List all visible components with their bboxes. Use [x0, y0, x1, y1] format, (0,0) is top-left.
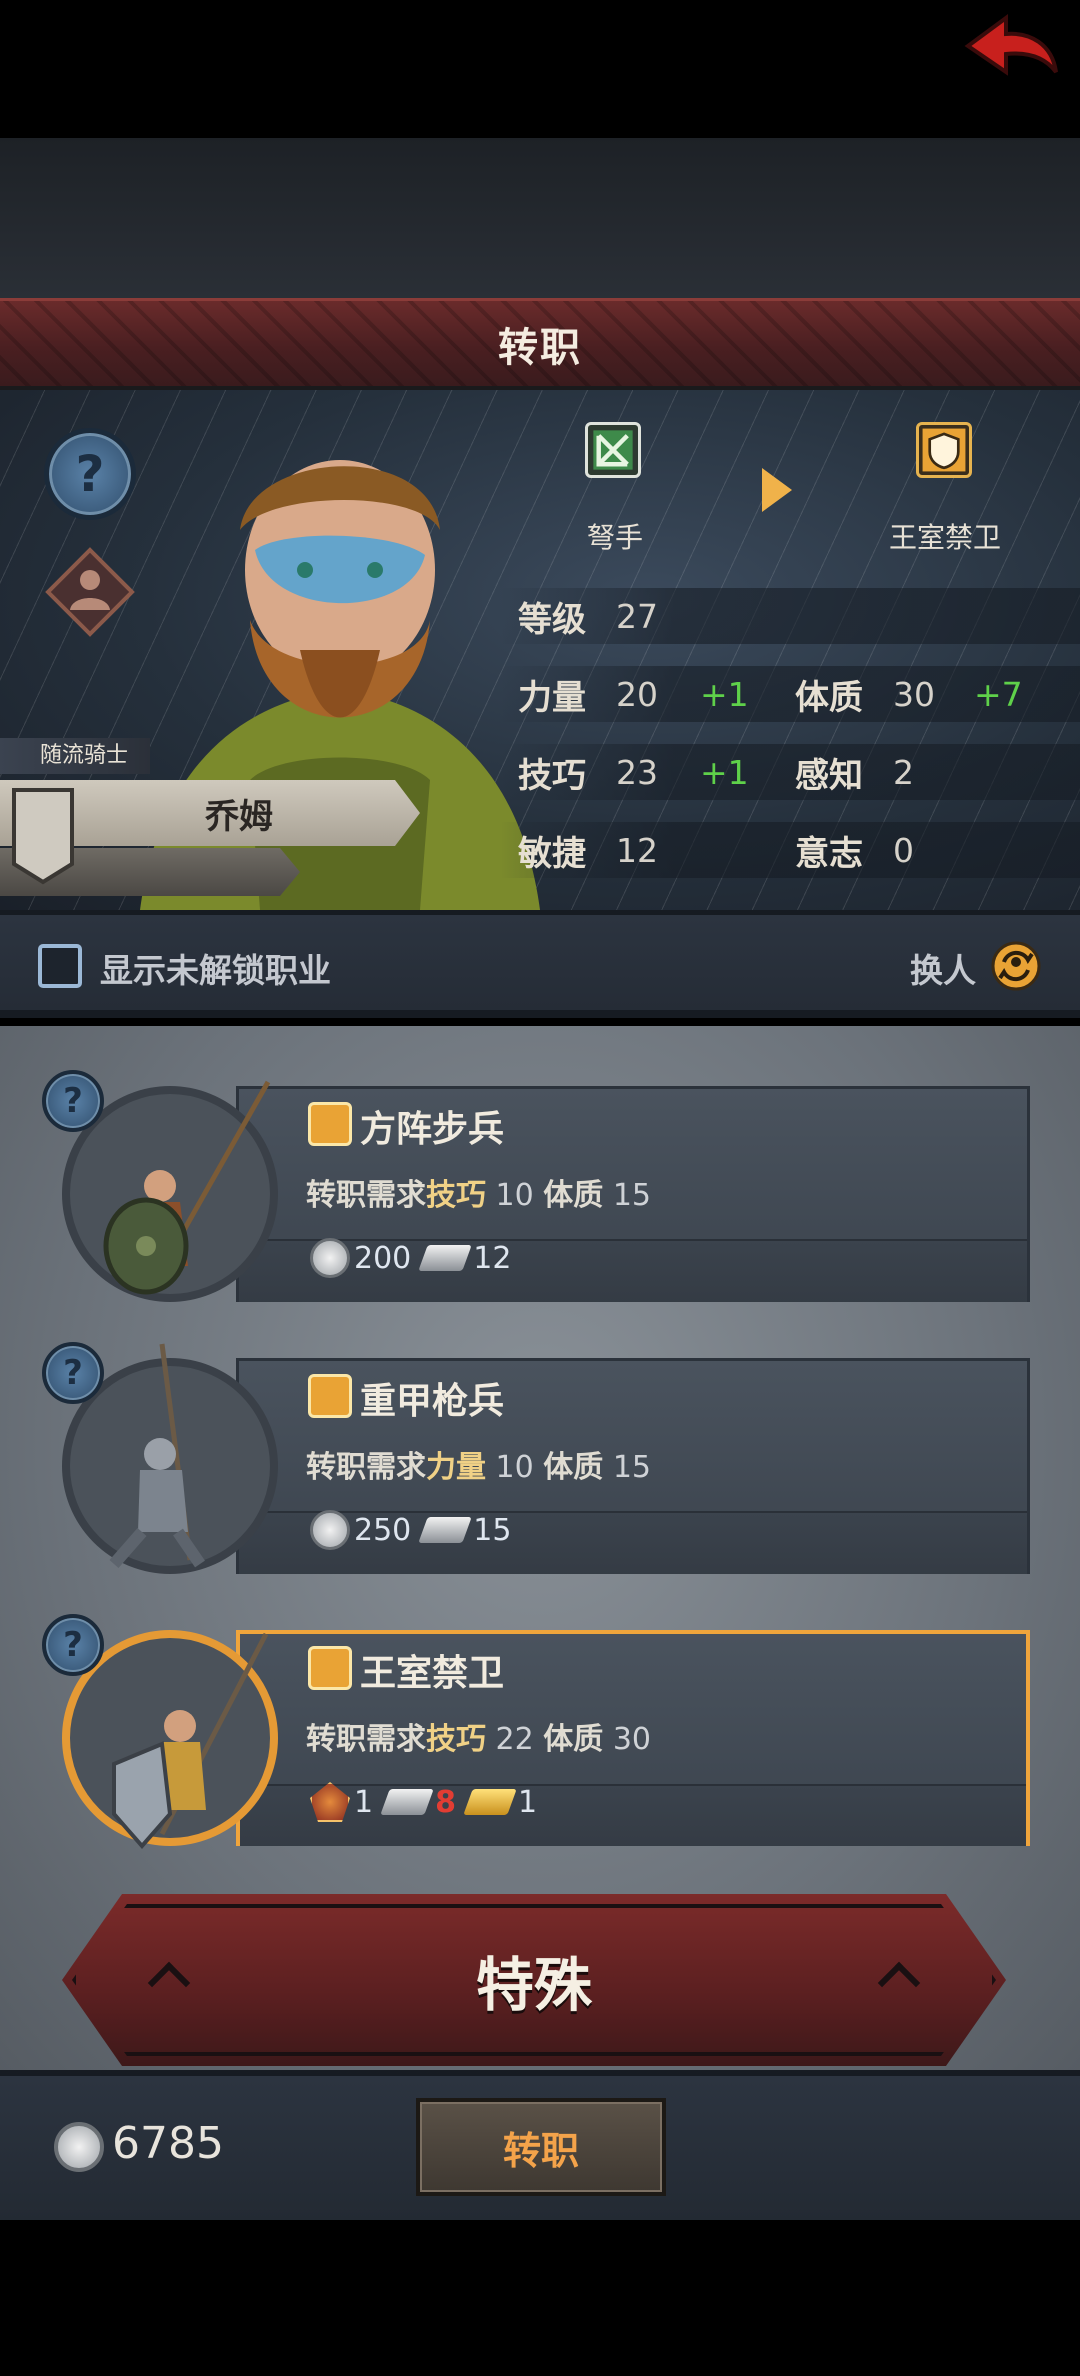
- class-cost: 1 8 1: [310, 1782, 537, 1822]
- gold-ingot-icon: [463, 1789, 517, 1815]
- hero-class-label: 随流骑士: [0, 738, 150, 774]
- per-label: 感知: [795, 755, 863, 796]
- level-label: 等级: [518, 599, 586, 640]
- class-requirements: 转职需求技巧 22 体质 30: [306, 1722, 652, 1757]
- back-arrow-icon[interactable]: [960, 10, 1060, 82]
- str-label: 力量: [518, 677, 586, 718]
- agi-label: 敏捷: [518, 833, 586, 874]
- show-locked-checkbox[interactable]: [38, 944, 82, 988]
- guard-class-icon: [916, 422, 972, 478]
- money-amount: 6785: [112, 2118, 224, 2169]
- iron-ingot-icon: [418, 1517, 472, 1543]
- class-card-royal-guard[interactable]: ? 王室禁卫 转职需求技巧 22 体质 30 1 8 1: [42, 1614, 1030, 1850]
- help-icon[interactable]: ?: [42, 1614, 104, 1676]
- stat-row-str: 力量 20 +1 体质 30 +7: [500, 666, 1080, 722]
- help-icon[interactable]: ?: [42, 1070, 104, 1132]
- stat-row-skill: 技巧 23 +1 感知 2: [500, 744, 1080, 800]
- chevron-up-icon: [877, 1961, 921, 2005]
- to-class-label: 王室禁卫: [888, 521, 1001, 554]
- con-value: 30: [893, 674, 935, 714]
- crossbow-class-icon: [585, 422, 641, 478]
- shield-badge-icon: [12, 788, 74, 885]
- chevron-up-icon: [147, 1961, 191, 2005]
- status-bar-area: [0, 0, 1080, 138]
- class-card-heavy-spear[interactable]: ? 重甲枪兵 转职需求力量 10 体质 15 250 15: [42, 1342, 1030, 1574]
- con-plus: +7: [974, 674, 1023, 714]
- guard-class-icon: [308, 1646, 352, 1690]
- silver-coin-icon: [310, 1510, 350, 1550]
- class-requirements: 转职需求力量 10 体质 15: [306, 1450, 652, 1485]
- swap-hero-label[interactable]: 换人: [910, 944, 976, 992]
- class-card-phalanx[interactable]: ? 方阵步兵 转职需求技巧 10 体质 15 200 12: [42, 1070, 1030, 1302]
- title-bar: 转职: [0, 298, 1080, 390]
- str-plus: +1: [700, 674, 749, 714]
- skill-label: 技巧: [518, 755, 586, 796]
- con-label: 体质: [795, 677, 863, 718]
- arrow-right-icon: [762, 468, 792, 512]
- silver-coin-icon: [310, 1238, 350, 1278]
- class-name: 重甲枪兵: [360, 1381, 505, 1422]
- stat-row-agi: 敏捷 12 意志 0: [500, 822, 1080, 878]
- help-icon[interactable]: ?: [42, 1342, 104, 1404]
- show-locked-label[interactable]: 显示未解锁职业: [100, 944, 331, 992]
- will-label: 意志: [795, 833, 863, 874]
- from-class-label: 弩手: [586, 521, 643, 554]
- special-button[interactable]: 特殊: [62, 1894, 1006, 2066]
- swap-icon[interactable]: [990, 940, 1042, 992]
- silver-coin-icon: [54, 2122, 104, 2172]
- guard-class-icon: [308, 1102, 352, 1146]
- medal-icon: [310, 1782, 350, 1822]
- class-cost: 250 15: [310, 1510, 511, 1550]
- str-value: 20: [616, 674, 658, 714]
- per-value: 2: [893, 752, 914, 792]
- page-title: 转职: [498, 324, 582, 371]
- agi-value: 12: [616, 830, 658, 870]
- class-requirements: 转职需求技巧 10 体质 15: [306, 1178, 652, 1213]
- help-icon[interactable]: ?: [44, 428, 136, 520]
- skill-value: 23: [616, 752, 658, 792]
- nav-bar-area: [0, 2220, 1080, 2376]
- convert-button[interactable]: 转职: [416, 2098, 666, 2196]
- header-backdrop: [0, 138, 1080, 298]
- class-cost: 200 12: [310, 1238, 511, 1278]
- guard-class-icon: [308, 1374, 352, 1418]
- iron-ingot-icon: [418, 1245, 472, 1271]
- rank-icon[interactable]: [44, 546, 136, 638]
- skill-plus: +1: [700, 752, 749, 792]
- will-value: 0: [893, 830, 914, 870]
- stat-row-level: 等级 27: [500, 588, 1080, 644]
- iron-ingot-icon: [380, 1789, 434, 1815]
- class-name: 王室禁卫: [360, 1653, 505, 1694]
- class-name: 方阵步兵: [360, 1109, 505, 1150]
- level-value: 27: [616, 596, 658, 636]
